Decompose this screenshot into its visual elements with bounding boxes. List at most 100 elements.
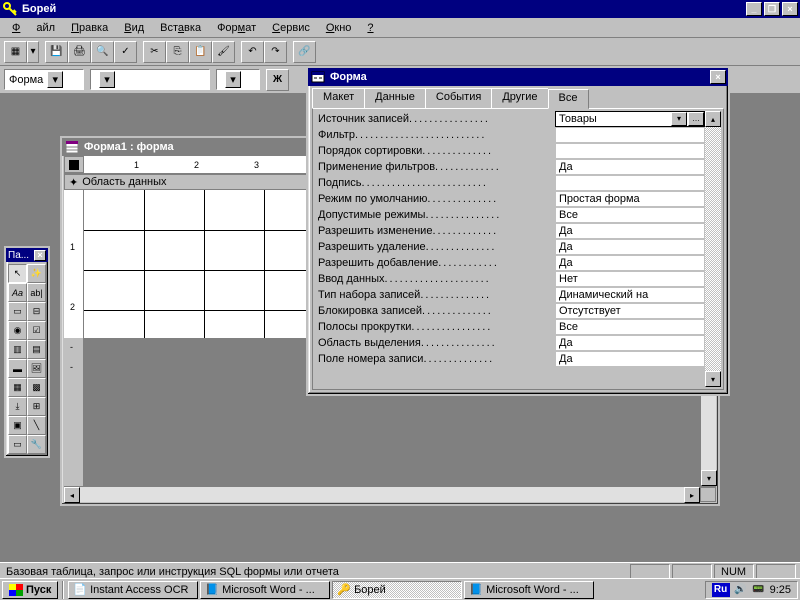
form-select-all[interactable] xyxy=(64,156,84,173)
property-value[interactable] xyxy=(555,175,705,191)
property-row[interactable]: Тип набора записей..............Динамиче… xyxy=(315,287,705,303)
property-value[interactable]: Да xyxy=(555,159,705,175)
language-indicator[interactable]: Ru xyxy=(712,583,730,597)
property-row[interactable]: Подпись......................... xyxy=(315,175,705,191)
taskbar-task[interactable]: 📄Instant Access OCR xyxy=(68,581,198,599)
tool-image[interactable]: 🖼 xyxy=(27,359,46,378)
tool-label[interactable]: Aa xyxy=(8,283,27,302)
value-dropdown-button[interactable]: ▾ xyxy=(671,112,687,126)
print-button[interactable]: 🖨 xyxy=(68,41,91,63)
property-value[interactable] xyxy=(555,127,705,143)
save-button[interactable]: 💾 xyxy=(45,41,68,63)
spelling-button[interactable]: ✓ xyxy=(114,41,137,63)
property-row[interactable]: Источник записей................Товары▾… xyxy=(315,111,705,127)
combo-dropdown-icon[interactable]: ▾ xyxy=(47,71,63,88)
volume-icon[interactable]: 🔊 xyxy=(734,583,748,597)
property-value[interactable]: Динамический на xyxy=(555,287,705,303)
tool-subform[interactable]: ▣ xyxy=(8,416,27,435)
view-dropdown[interactable]: ▾ xyxy=(27,41,39,63)
tab-other[interactable]: Другие xyxy=(491,88,548,108)
tool-bound[interactable]: ▩ xyxy=(27,378,46,397)
property-row[interactable]: Разрешить удаление..............Да xyxy=(315,239,705,255)
tool-optiongroup[interactable]: ▭ xyxy=(8,302,27,321)
combo-dropdown-icon[interactable]: ▾ xyxy=(99,71,115,88)
tool-textbox[interactable]: ab| xyxy=(27,283,46,302)
scroll-up-icon[interactable]: ▴ xyxy=(705,111,721,127)
maximize-button[interactable]: ❐ xyxy=(764,2,780,16)
view-button[interactable]: ▦ xyxy=(4,41,27,63)
tool-rect[interactable]: ▭ xyxy=(8,435,27,454)
tool-more[interactable]: 🔧 xyxy=(27,435,46,454)
properties-titlebar[interactable]: Форма × xyxy=(308,68,728,86)
menu-help[interactable]: ? xyxy=(359,20,381,36)
properties-vscrollbar[interactable]: ▴ ▾ xyxy=(705,111,721,387)
taskbar-task[interactable]: 📘Microsoft Word - ... xyxy=(200,581,330,599)
scroll-left-icon[interactable]: ◂ xyxy=(64,487,80,503)
property-value[interactable]: Отсутствует xyxy=(555,303,705,319)
scroll-right-icon[interactable]: ▸ xyxy=(684,487,700,503)
property-row[interactable]: Разрешить добавление............Да xyxy=(315,255,705,271)
property-row[interactable]: Применение фильтров.............Да xyxy=(315,159,705,175)
property-value[interactable]: Да xyxy=(555,335,705,351)
redo-button[interactable]: ↷ xyxy=(264,41,287,63)
taskbar-task[interactable]: 📘Microsoft Word - ... xyxy=(464,581,594,599)
property-row[interactable]: Допустимые режимы...............Все xyxy=(315,207,705,223)
menu-format[interactable]: Формат xyxy=(209,20,264,36)
property-row[interactable]: Порядок сортировки.............. xyxy=(315,143,705,159)
tool-checkbox[interactable]: ☑ xyxy=(27,321,46,340)
form-hscrollbar[interactable]: ◂ ▸ xyxy=(64,486,716,502)
menu-edit[interactable]: Правка xyxy=(63,20,116,36)
scroll-down-icon[interactable]: ▾ xyxy=(701,470,717,486)
property-row[interactable]: Режим по умолчанию..............Простая … xyxy=(315,191,705,207)
tool-listbox[interactable]: ▤ xyxy=(27,340,46,359)
tool-unbound[interactable]: ▦ xyxy=(8,378,27,397)
tool-pointer[interactable]: ↖ xyxy=(8,264,27,283)
property-row[interactable]: Блокировка записей..............Отсутств… xyxy=(315,303,705,319)
property-row[interactable]: Полосы прокрутки................Все xyxy=(315,319,705,335)
properties-close-button[interactable]: × xyxy=(710,70,726,84)
property-row[interactable]: Поле номера записи..............Да xyxy=(315,351,705,367)
property-value[interactable] xyxy=(555,143,705,159)
property-row[interactable]: Ввод данных.....................Нет xyxy=(315,271,705,287)
menu-window[interactable]: Окно xyxy=(318,20,360,36)
property-row[interactable]: Область выделения...............Да xyxy=(315,335,705,351)
tab-events[interactable]: События xyxy=(425,88,492,108)
font-combo[interactable]: ▾ xyxy=(90,69,210,90)
property-value[interactable]: Да xyxy=(555,351,705,367)
property-value[interactable]: Да xyxy=(555,255,705,271)
tool-wizard[interactable]: ✨ xyxy=(27,264,46,283)
preview-button[interactable]: 🔍 xyxy=(91,41,114,63)
object-combo[interactable]: Форма ▾ xyxy=(4,69,84,90)
vertical-ruler[interactable]: 1 2 xyxy=(64,190,84,338)
hyperlink-button[interactable]: 🔗 xyxy=(293,41,316,63)
taskbar-task[interactable]: 🔑Борей xyxy=(332,581,462,599)
tool-line[interactable]: ╲ xyxy=(27,416,46,435)
property-row[interactable]: Фильтр.......................... xyxy=(315,127,705,143)
tab-all[interactable]: Все xyxy=(548,89,589,109)
menu-insert[interactable]: Вставка xyxy=(152,20,209,36)
tool-toggle[interactable]: ⊟ xyxy=(27,302,46,321)
value-builder-button[interactable]: … xyxy=(688,112,704,126)
menu-file[interactable]: Файл xyxy=(4,20,63,36)
clock[interactable]: 9:25 xyxy=(770,584,791,596)
property-value[interactable]: Все xyxy=(555,207,705,223)
paste-button[interactable]: 📋 xyxy=(189,41,212,63)
minimize-button[interactable]: _ xyxy=(746,2,762,16)
bold-button[interactable]: Ж xyxy=(266,69,289,91)
menu-view[interactable]: Вид xyxy=(116,20,152,36)
property-value[interactable]: Товары▾… xyxy=(555,111,705,127)
tool-combobox[interactable]: ▥ xyxy=(8,340,27,359)
tool-pagebreak[interactable]: ⤓ xyxy=(8,397,27,416)
toolbox-titlebar[interactable]: Па... × xyxy=(6,248,48,262)
cut-button[interactable]: ✂ xyxy=(143,41,166,63)
property-value[interactable]: Все xyxy=(555,319,705,335)
tab-data[interactable]: Данные xyxy=(364,88,426,108)
toolbox-close-button[interactable]: × xyxy=(34,250,46,261)
tab-layout[interactable]: Макет xyxy=(312,88,365,108)
tool-button[interactable]: ▬ xyxy=(8,359,27,378)
property-value[interactable]: Да xyxy=(555,239,705,255)
copy-button[interactable]: ⎘ xyxy=(166,41,189,63)
size-combo[interactable]: ▾ xyxy=(216,69,260,90)
start-button[interactable]: Пуск xyxy=(2,581,58,599)
scroll-down-icon[interactable]: ▾ xyxy=(705,371,721,387)
